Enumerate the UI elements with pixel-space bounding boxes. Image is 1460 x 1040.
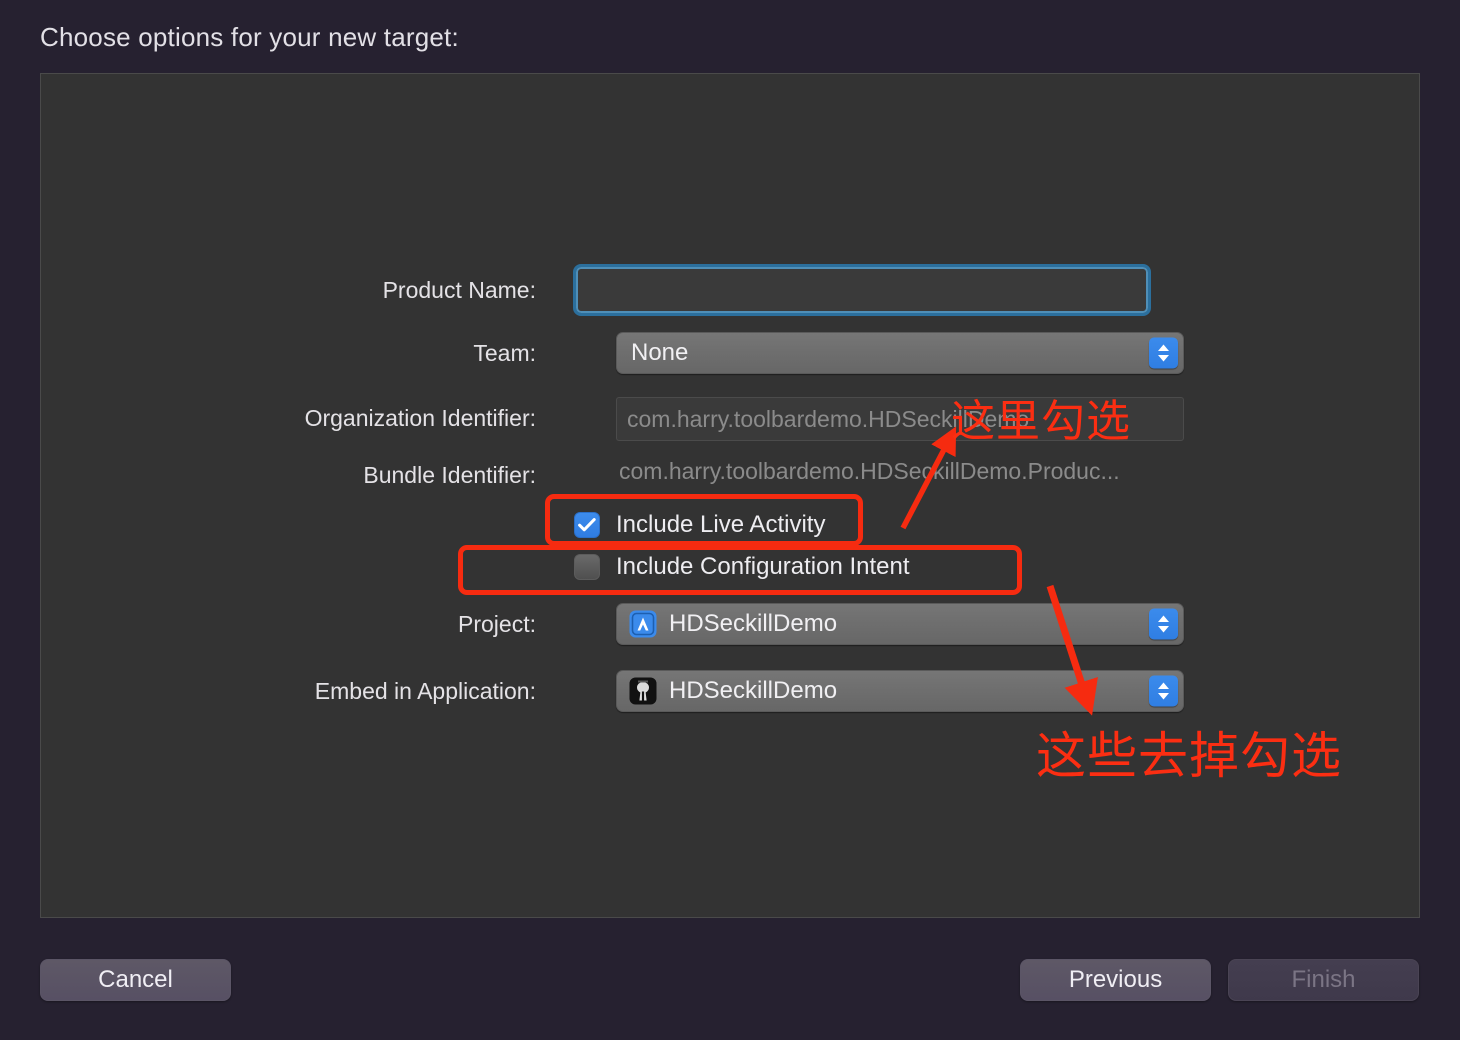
chevron-up-down-icon[interactable]: [1149, 337, 1178, 369]
project-popup-button[interactable]: HDSeckillDemo: [616, 603, 1184, 645]
target-options-form: Product Name: Team: None Organization Id…: [41, 74, 1419, 917]
product-name-row: Product Name:: [41, 264, 1419, 316]
include-live-activity-label: Include Live Activity: [616, 511, 826, 538]
include-live-activity-checkbox[interactable]: [574, 512, 600, 538]
organization-identifier-row: Organization Identifier: com.harry.toolb…: [41, 397, 1419, 441]
bundle-identifier-value: com.harry.toolbardemo.HDSeckillDemo.Prod…: [619, 458, 1120, 484]
project-row: Project: HDSeckillDemo: [41, 603, 1419, 645]
dialog-title: Choose options for your new target:: [40, 22, 459, 52]
include-configuration-intent-checkbox[interactable]: [574, 554, 600, 580]
include-configuration-intent-row[interactable]: Include Configuration Intent: [574, 550, 910, 584]
team-selected-value: None: [631, 339, 689, 366]
cancel-button[interactable]: Cancel: [40, 959, 231, 1001]
embed-in-application-row: Embed in Application: HDSeckillDemo: [41, 670, 1419, 712]
options-content-panel: Product Name: Team: None Organization Id…: [40, 73, 1420, 918]
app-bundle-icon: [629, 677, 657, 705]
product-name-input[interactable]: [578, 269, 1146, 311]
bundle-identifier-label: Bundle Identifier:: [363, 462, 536, 488]
organization-identifier-label: Organization Identifier:: [304, 405, 536, 431]
product-name-label: Product Name:: [382, 277, 536, 303]
embed-in-application-selected-value: HDSeckillDemo: [669, 677, 838, 704]
bundle-identifier-row: Bundle Identifier: com.harry.toolbardemo…: [41, 454, 1419, 488]
chevron-up-down-icon[interactable]: [1149, 675, 1178, 707]
team-popup-button[interactable]: None: [616, 332, 1184, 374]
organization-identifier-field[interactable]: com.harry.toolbardemo.HDSeckillDemo: [616, 397, 1184, 441]
product-name-field[interactable]: [573, 264, 1151, 316]
team-label: Team:: [473, 340, 536, 366]
chevron-up-down-icon[interactable]: [1149, 608, 1178, 640]
xcode-project-icon: [629, 610, 657, 638]
project-label: Project:: [458, 611, 536, 637]
organization-identifier-value: com.harry.toolbardemo.HDSeckillDemo: [627, 405, 1030, 432]
new-target-options-dialog: Choose options for your new target: Prod…: [0, 0, 1460, 1040]
finish-button[interactable]: Finish: [1228, 959, 1419, 1001]
include-configuration-intent-label: Include Configuration Intent: [616, 553, 910, 580]
previous-button[interactable]: Previous: [1020, 959, 1211, 1001]
include-live-activity-row[interactable]: Include Live Activity: [574, 508, 825, 542]
team-row: Team: None: [41, 332, 1419, 374]
project-selected-value: HDSeckillDemo: [669, 610, 838, 637]
embed-in-application-popup-button[interactable]: HDSeckillDemo: [616, 670, 1184, 712]
embed-in-application-label: Embed in Application:: [314, 678, 536, 704]
